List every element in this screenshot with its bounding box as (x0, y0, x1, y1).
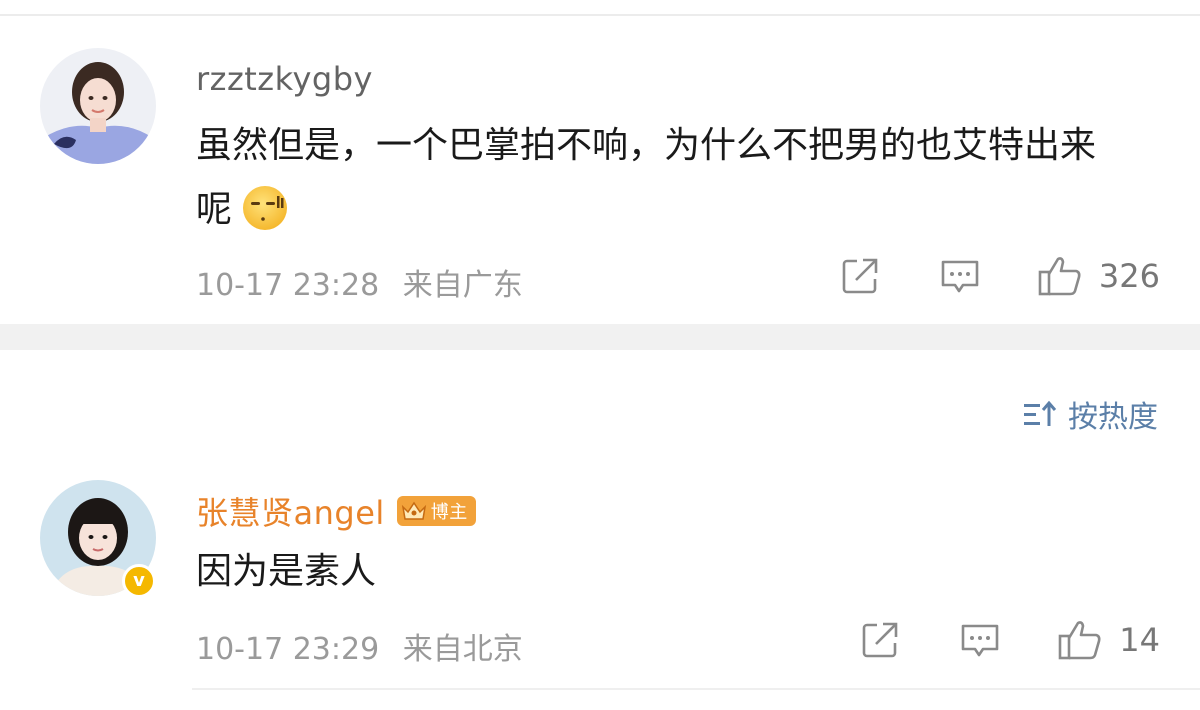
comment-text-content: 虽然但是，一个巴掌拍不响，为什么不把男的也艾特出来呢 (196, 125, 1097, 230)
crown-icon (401, 501, 426, 520)
comment-actions: 326 (839, 254, 1160, 298)
reply-icon (961, 624, 999, 657)
comment-item: rzztzkygby 虽然但是，一个巴掌拍不响，为什么不把男的也艾特出来呢 10… (0, 16, 1200, 324)
comment-location: 来自北京 (402, 632, 523, 667)
comment-location: 来自广东 (402, 268, 523, 303)
sort-by-hot-button[interactable]: 按热度 (1022, 392, 1158, 436)
blogger-badge-label: 博主 (430, 502, 468, 523)
verified-icon: v (122, 564, 156, 598)
comment-date: 10-17 23:29 (196, 632, 380, 667)
blogger-badge: 博主 (396, 496, 476, 526)
share-icon (862, 622, 898, 658)
avatar[interactable]: v (40, 480, 156, 598)
like-button[interactable]: 14 (1057, 618, 1160, 662)
username-text: 张慧贤angel (196, 494, 385, 532)
awkward-sweat-emoji-icon (240, 182, 290, 232)
avatar[interactable] (40, 48, 156, 164)
like-icon (1038, 257, 1081, 296)
comment-date: 10-17 23:28 (196, 268, 380, 303)
comment-actions: 14 (859, 618, 1160, 662)
reply-button[interactable] (939, 255, 981, 297)
reply-button[interactable] (959, 619, 1001, 661)
comment-meta: 10-17 23:28 来自广东 (196, 260, 523, 304)
username[interactable]: rzztzkygby (196, 60, 373, 98)
sort-label: 按热度 (1068, 400, 1158, 435)
share-button[interactable] (859, 619, 901, 661)
like-count: 14 (1119, 621, 1160, 659)
avatar-image (40, 48, 156, 164)
like-icon (1058, 621, 1101, 660)
comment-meta: 10-17 23:29 来自北京 (196, 624, 523, 668)
like-count: 326 (1098, 257, 1160, 295)
comment-text: 虽然但是，一个巴掌拍不响，为什么不把男的也艾特出来呢 (196, 114, 1126, 242)
comment-text: 因为是素人 (196, 551, 377, 592)
reply-icon (941, 260, 979, 293)
share-icon (842, 258, 878, 294)
username[interactable]: 张慧贤angel 博主 (196, 488, 476, 534)
comment-item: v 张慧贤angel 博主 因为是素人 10-17 23:29 来自北京 14 (0, 470, 1200, 710)
share-button[interactable] (839, 255, 881, 297)
section-divider (0, 324, 1200, 350)
sort-icon (1024, 400, 1057, 426)
like-button[interactable]: 326 (1037, 254, 1160, 298)
divider (192, 688, 1200, 690)
comment-page: rzztzkygby 虽然但是，一个巴掌拍不响，为什么不把男的也艾特出来呢 10… (0, 0, 1200, 710)
